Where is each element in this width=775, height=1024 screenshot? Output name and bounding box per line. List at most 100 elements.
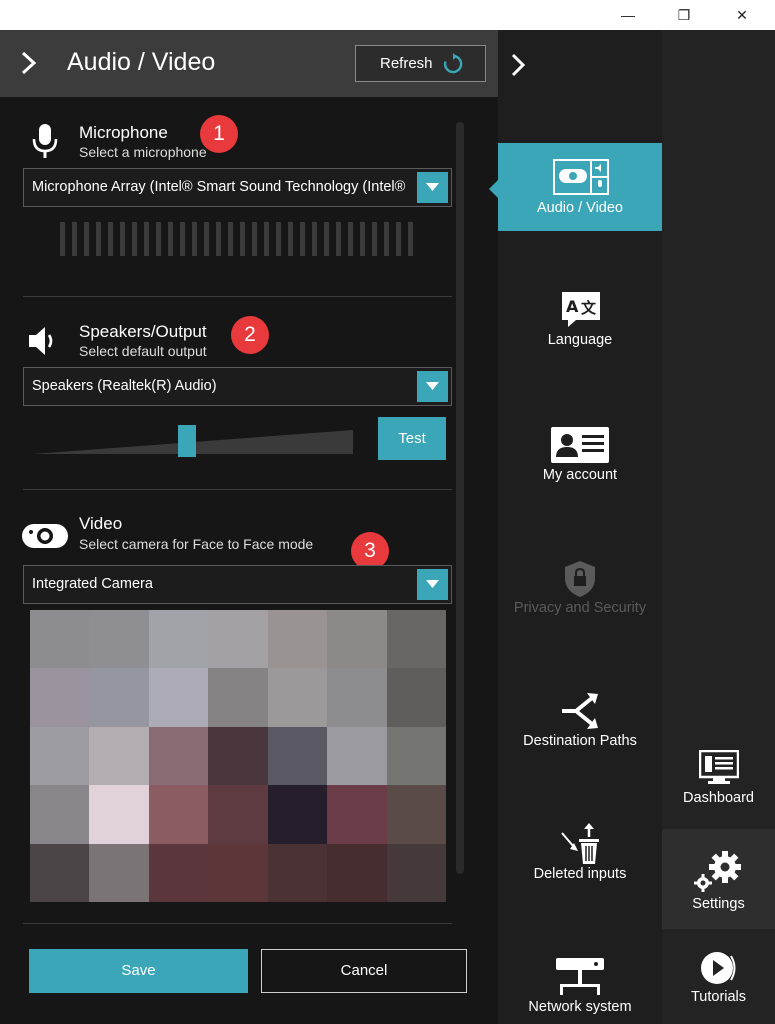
svg-text:文: 文 [581, 299, 597, 317]
preview-pixel [148, 843, 209, 902]
menu-label: Dashboard [683, 790, 754, 806]
speakers-select[interactable]: Speakers (Realtek(R) Audio) [23, 367, 452, 406]
speakers-dropdown-arrow[interactable] [417, 371, 448, 402]
cancel-button[interactable]: Cancel [261, 949, 467, 993]
preview-pixel [267, 668, 328, 727]
preview-pixel [30, 785, 90, 844]
preview-pixel [30, 610, 90, 669]
nav-item-deleted-inputs[interactable]: Deleted inputs [498, 815, 662, 903]
preview-pixel [89, 726, 149, 786]
play-circle-icon [701, 952, 736, 984]
level-meter-bar [72, 222, 77, 256]
nav-item-audio-video[interactable]: Audio / Video [489, 143, 662, 231]
main-menu-strip: Dashboard Settings Tutorials [662, 30, 775, 1024]
svg-text:A: A [566, 297, 579, 316]
shield-lock-icon [565, 561, 595, 597]
save-button[interactable]: Save [29, 949, 248, 993]
level-meter-bar [264, 222, 269, 256]
panel-scrollbar[interactable] [456, 122, 464, 874]
level-meter-bar [312, 222, 317, 256]
preview-pixel [327, 843, 387, 902]
level-meter-bar [132, 222, 137, 256]
level-meter-bar [252, 222, 257, 256]
settings-panel: Audio / Video Refresh Microphone Select … [0, 30, 498, 1024]
audio-video-icon [553, 159, 609, 195]
level-meter-bar [216, 222, 221, 256]
level-meter-bar [168, 222, 173, 256]
preview-pixel [148, 668, 209, 727]
speaker-icon [29, 327, 53, 355]
volume-slider-thumb[interactable] [177, 425, 196, 457]
test-speakers-button[interactable]: Test [378, 417, 446, 460]
restore-button[interactable]: ❐ [661, 0, 707, 30]
webcam-icon [22, 524, 68, 548]
menu-item-settings[interactable]: Settings [662, 829, 775, 929]
minimize-button[interactable]: — [605, 0, 651, 30]
menu-item-dashboard[interactable]: Dashboard [662, 736, 775, 828]
preview-pixel [267, 785, 328, 844]
microphone-selected-value: Microphone Array (Intel® Smart Sound Tec… [32, 179, 406, 195]
camera-preview [30, 610, 446, 902]
expand-chevron-icon[interactable] [510, 52, 526, 78]
preview-pixel [148, 726, 209, 786]
close-button[interactable]: ✕ [719, 0, 765, 30]
nav-item-network-system[interactable]: Network system [498, 948, 662, 1024]
gears-icon [694, 851, 741, 892]
microphone-subtitle: Select a microphone [79, 144, 207, 160]
page-title: Audio / Video [67, 48, 216, 76]
level-meter-bar [108, 222, 113, 256]
nav-label: Network system [528, 999, 632, 1015]
menu-label: Tutorials [690, 989, 747, 1005]
camera-select[interactable]: Integrated Camera [23, 565, 452, 604]
camera-dropdown-arrow[interactable] [417, 569, 448, 600]
speakers-subtitle: Select default output [79, 343, 207, 359]
camera-selected-value: Integrated Camera [32, 576, 153, 592]
collapse-chevron-icon[interactable] [18, 50, 40, 76]
microphone-icon [32, 124, 58, 158]
microphone-level-meter [60, 222, 416, 256]
level-meter-bar [228, 222, 233, 256]
menu-item-tutorials[interactable]: Tutorials [662, 930, 775, 1024]
nav-label: Language [547, 332, 613, 348]
refresh-button[interactable]: Refresh [355, 45, 486, 82]
preview-pixel [208, 668, 268, 727]
preview-pixel [89, 843, 149, 902]
preview-pixel [267, 726, 328, 786]
level-meter-bar [360, 222, 365, 256]
preview-pixel [89, 668, 149, 727]
level-meter-bar [144, 222, 149, 256]
level-meter-bar [396, 222, 401, 256]
nav-item-my-account[interactable]: My account [498, 413, 662, 501]
preview-pixel [386, 610, 446, 669]
video-title: Video [79, 514, 123, 533]
nav-label: Deleted inputs [533, 866, 627, 882]
level-meter-bar [324, 222, 329, 256]
preview-pixel [148, 785, 209, 844]
nav-label: My account [542, 467, 618, 483]
active-pointer [489, 180, 498, 198]
speakers-title: Speakers/Output [79, 322, 207, 341]
dashboard-monitor-icon [699, 750, 739, 784]
account-card-icon [551, 427, 609, 463]
preview-pixel [148, 610, 209, 669]
preview-pixel [386, 785, 446, 844]
level-meter-bar [300, 222, 305, 256]
level-meter-bar [240, 222, 245, 256]
settings-nav: Audio / Video A 文 Language My account Pr… [489, 30, 662, 1024]
preview-pixel [267, 843, 328, 902]
microphone-select[interactable]: Microphone Array (Intel® Smart Sound Tec… [23, 168, 452, 207]
level-meter-bar [288, 222, 293, 256]
panel-header: Audio / Video Refresh [0, 30, 498, 97]
microphone-dropdown-arrow[interactable] [417, 172, 448, 203]
nav-item-destination-paths[interactable]: Destination Paths [498, 681, 662, 769]
level-meter-bar [96, 222, 101, 256]
level-meter-bar [84, 222, 89, 256]
nav-item-privacy-security[interactable]: Privacy and Security [498, 548, 662, 636]
preview-pixel [208, 610, 268, 669]
level-meter-bar [204, 222, 209, 256]
preview-pixel [30, 668, 90, 727]
split-path-icon [562, 693, 598, 729]
network-icon [556, 958, 604, 995]
nav-label: Privacy and Security [513, 600, 647, 616]
nav-item-language[interactable]: A 文 Language [498, 278, 662, 366]
